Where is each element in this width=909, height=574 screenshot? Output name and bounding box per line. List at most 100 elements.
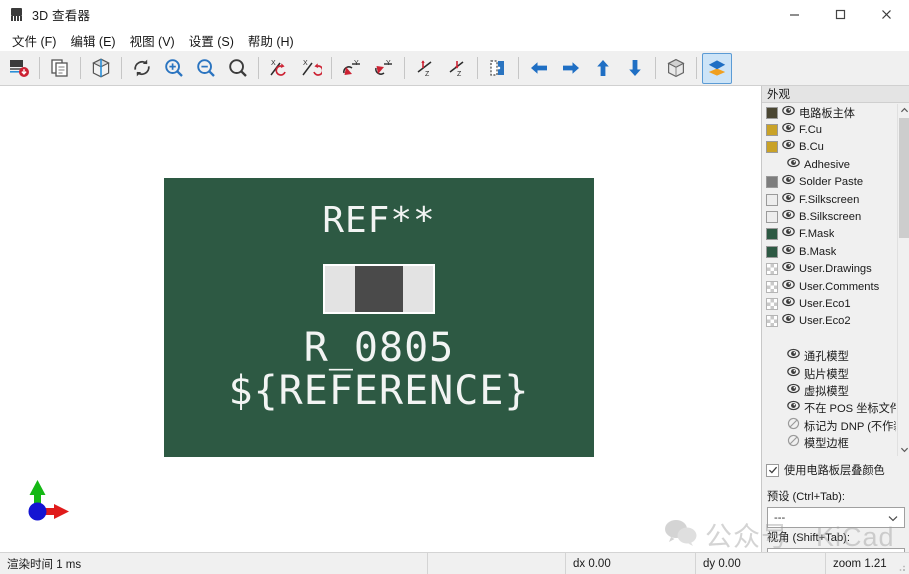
rotate-y-cw-button[interactable]: Y [369, 53, 399, 84]
layer-row[interactable]: F.Mask [762, 226, 896, 243]
layer-color-swatch[interactable] [766, 263, 778, 276]
layer-row[interactable]: B.Cu [762, 139, 896, 156]
eye-icon[interactable] [787, 156, 800, 174]
move-right-button[interactable] [556, 53, 586, 84]
layer-row[interactable]: B.Silkscreen [762, 208, 896, 225]
layer-row[interactable]: Solder Paste [762, 174, 896, 191]
layer-row[interactable]: F.Cu [762, 121, 896, 138]
show-layers-button[interactable] [702, 52, 732, 84]
move-left-button[interactable] [524, 53, 554, 84]
scroll-up-icon[interactable] [898, 104, 909, 117]
rotate-z-cw-button[interactable]: Z [442, 53, 472, 84]
eye-icon[interactable] [787, 347, 800, 365]
close-button[interactable] [863, 0, 909, 29]
layer-row[interactable]: 电路板主体 [762, 104, 896, 121]
chip-icon [9, 7, 24, 22]
layer-row[interactable]: 通孔模型 [762, 347, 896, 364]
layer-label: Adhesive [804, 158, 851, 171]
layer-color-swatch[interactable] [766, 141, 778, 154]
pcb-board: REF** R_0805 ${REFERENCE} [162, 176, 596, 459]
eye-icon[interactable] [782, 278, 795, 296]
layer-row[interactable]: 不在 POS 坐标文件3 [762, 400, 896, 417]
layer-row[interactable]: B.Mask [762, 243, 896, 260]
layer-label: User.Drawings [799, 263, 872, 276]
layer-color-swatch[interactable] [766, 228, 778, 241]
layer-color-swatch[interactable] [766, 106, 778, 119]
scroll-down-icon[interactable] [898, 443, 909, 456]
layer-list-scrollbar[interactable] [897, 104, 909, 456]
zoom-in-button[interactable] [159, 53, 189, 84]
layer-row[interactable]: User.Drawings [762, 261, 896, 278]
reload-board-button[interactable] [4, 53, 34, 84]
use-board-stackup-colors-checkbox[interactable] [766, 463, 779, 477]
scrollbar-thumb[interactable] [899, 118, 909, 238]
eye-icon[interactable] [782, 173, 795, 191]
layer-label: 虚拟模型 [804, 385, 849, 398]
svg-text:Z: Z [457, 71, 462, 78]
eye-icon[interactable] [782, 243, 795, 261]
eye-crossed-icon[interactable] [787, 434, 800, 452]
eye-icon[interactable] [782, 260, 795, 278]
eye-crossed-icon[interactable] [787, 417, 800, 435]
layer-label: 不在 POS 坐标文件3 [804, 403, 896, 416]
layer-color-swatch[interactable] [766, 193, 778, 206]
layer-color-swatch[interactable] [766, 245, 778, 258]
eye-icon[interactable] [787, 382, 800, 400]
rotate-z-ccw-button[interactable]: Z [410, 53, 440, 84]
cube-icon-button[interactable] [661, 53, 691, 84]
eye-icon[interactable] [782, 208, 795, 226]
chevron-down-icon [888, 509, 898, 527]
use-board-stackup-colors-row[interactable]: 使用电路板层叠颜色 [766, 462, 906, 478]
eye-icon[interactable] [787, 365, 800, 383]
flip-board-button[interactable] [483, 53, 513, 84]
resize-grip-icon[interactable] [895, 560, 907, 572]
eye-icon[interactable] [782, 191, 795, 209]
eye-icon[interactable] [782, 121, 795, 139]
menu-file[interactable]: 文件 (F) [7, 29, 65, 52]
layer-row[interactable]: 虚拟模型 [762, 382, 896, 399]
refresh-button[interactable] [127, 53, 157, 84]
eye-icon[interactable] [782, 104, 795, 122]
layer-row[interactable]: User.Comments [762, 278, 896, 295]
move-up-button[interactable] [588, 53, 618, 84]
layer-label: 电路板主体 [799, 107, 855, 120]
layer-label: Solder Paste [799, 176, 864, 189]
menu-help[interactable]: 帮助 (H) [243, 29, 303, 52]
layer-color-swatch[interactable] [766, 211, 778, 224]
layer-color-swatch[interactable] [766, 124, 778, 137]
rotate-x-ccw-button[interactable]: X [264, 53, 294, 84]
layer-row[interactable]: Adhesive [762, 156, 896, 173]
cube-split-icon-button[interactable] [86, 53, 116, 84]
eye-icon[interactable] [787, 399, 800, 417]
layer-row[interactable]: User.Eco1 [762, 295, 896, 312]
eye-icon[interactable] [782, 138, 795, 156]
layer-color-swatch[interactable] [766, 176, 778, 189]
menu-settings[interactable]: 设置 (S) [184, 29, 243, 52]
3d-viewport[interactable]: REF** R_0805 ${REFERENCE} [0, 86, 761, 552]
zoom-out-button[interactable] [191, 53, 221, 84]
menu-edit[interactable]: 编辑 (E) [65, 29, 124, 52]
eye-icon[interactable] [782, 312, 795, 330]
layer-label: 模型边框 [804, 438, 849, 451]
layer-color-swatch[interactable] [766, 280, 778, 293]
copy-icon-button[interactable] [45, 53, 75, 84]
menu-view[interactable]: 视图 (V) [125, 29, 184, 52]
rotate-x-cw-button[interactable]: X [296, 53, 326, 84]
layer-color-swatch[interactable] [766, 297, 778, 310]
rotate-y-ccw-button[interactable]: Y [337, 53, 367, 84]
maximize-button[interactable] [817, 0, 863, 29]
eye-icon[interactable] [782, 295, 795, 313]
preset-combobox[interactable]: --- [767, 507, 905, 528]
layer-row[interactable]: 模型边框 [762, 434, 896, 451]
layer-color-swatch[interactable] [766, 315, 778, 328]
eye-icon[interactable] [782, 225, 795, 243]
move-down-button[interactable] [620, 53, 650, 84]
layer-row[interactable]: F.Silkscreen [762, 191, 896, 208]
zoom-fit-button[interactable] [223, 53, 253, 84]
minimize-button[interactable] [771, 0, 817, 29]
preset-label: 预设 (Ctrl+Tab): [767, 491, 846, 503]
layer-row[interactable]: User.Eco2 [762, 313, 896, 330]
layer-row[interactable]: 标记为 DNP (不作装 [762, 417, 896, 434]
silkscreen-reference: REF** [322, 200, 436, 241]
layer-row[interactable]: 贴片模型 [762, 365, 896, 382]
